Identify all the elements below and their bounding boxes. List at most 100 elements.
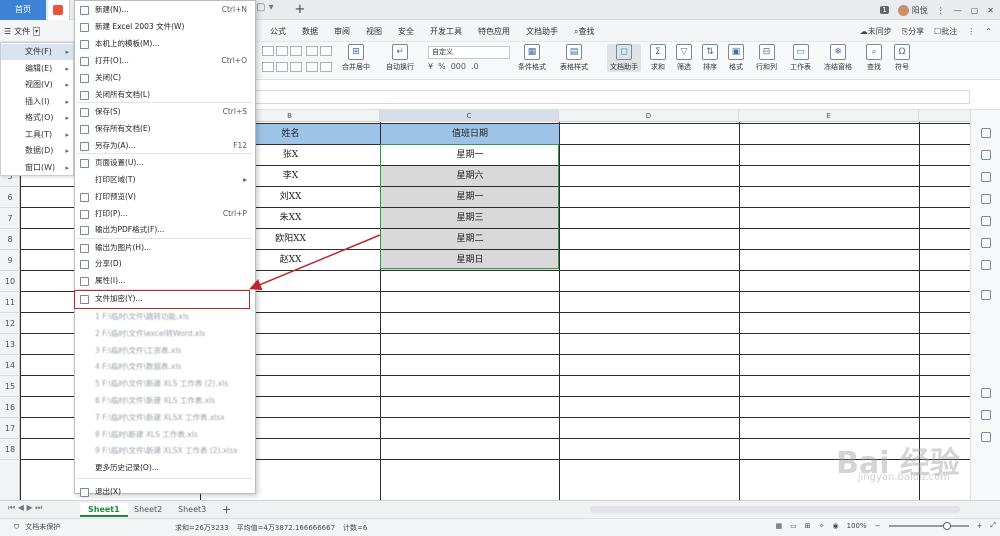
- column-d-header[interactable]: D: [559, 110, 739, 122]
- column-c-header[interactable]: C: [380, 110, 559, 122]
- zoom-in-icon[interactable]: +: [977, 522, 983, 530]
- row-number[interactable]: 6: [0, 187, 20, 208]
- sidebar-tool-icon[interactable]: [981, 260, 991, 270]
- sheet-tab-3[interactable]: Sheet3: [170, 503, 214, 517]
- zoom-level[interactable]: 100%: [847, 522, 867, 530]
- sync-status[interactable]: ☁未同步: [860, 26, 892, 37]
- zoom-out-icon[interactable]: −: [875, 522, 881, 530]
- exit-menu-item[interactable]: 退出(X): [75, 484, 255, 501]
- file-menu-item[interactable]: 另存为(A)... F12: [75, 138, 255, 155]
- sidebar-tool-icon[interactable]: [981, 290, 991, 300]
- page-layout-icon[interactable]: ▭: [790, 522, 797, 530]
- sheet-tab-1[interactable]: Sheet1: [80, 503, 128, 517]
- sum-button[interactable]: Σ 求和: [650, 44, 666, 72]
- protection-status[interactable]: 文档未保护: [25, 522, 60, 532]
- file-menu-item[interactable]: 打印(P)... Ctrl+P: [75, 206, 255, 223]
- find-button[interactable]: ⌕ 查找: [866, 44, 882, 72]
- row-number[interactable]: 17: [0, 418, 20, 439]
- merge-center-button[interactable]: ⊞ 合并居中: [342, 44, 370, 72]
- recent-file-item[interactable]: 2 F:\临时\文件\excel转Word.xls: [75, 326, 255, 343]
- page-break-icon[interactable]: ⊞: [805, 522, 811, 530]
- document-tab[interactable]: [48, 0, 70, 20]
- sheet-nav-arrows[interactable]: ⏮ ◀ ▶ ⏭: [8, 503, 42, 513]
- tab-formula[interactable]: 公式: [270, 26, 286, 37]
- row-number[interactable]: 12: [0, 313, 20, 334]
- filter-button[interactable]: ▽ 筛选: [676, 44, 692, 72]
- row-number[interactable]: 8: [0, 229, 20, 250]
- zoom-knob[interactable]: [942, 521, 951, 530]
- classic-menu-item[interactable]: 编辑(E) ▸: [1, 61, 73, 77]
- conditional-format-button[interactable]: ▦ 条件格式: [518, 44, 546, 72]
- file-menu-item[interactable]: 保存(S) Ctrl+S: [75, 104, 255, 121]
- zoom-slider[interactable]: [888, 521, 969, 530]
- tab-view[interactable]: 视图: [366, 26, 382, 37]
- file-menu-button[interactable]: ☰ 文件 ▾: [4, 23, 41, 39]
- symbol-button[interactable]: Ω 符号: [894, 44, 910, 72]
- tab-data[interactable]: 数据: [302, 26, 318, 37]
- file-menu-item[interactable]: 属性(I)...: [75, 273, 255, 290]
- row-number[interactable]: 7: [0, 208, 20, 229]
- classic-menu-item[interactable]: 视图(V) ▸: [1, 77, 73, 93]
- row-col-button[interactable]: ⊟ 行和列: [756, 44, 777, 72]
- row-number[interactable]: 18: [0, 439, 20, 460]
- reading-mode-icon[interactable]: ✧: [819, 522, 825, 530]
- row-number[interactable]: 15: [0, 376, 20, 397]
- add-sheet-button[interactable]: +: [214, 503, 239, 517]
- sidebar-tool-icon[interactable]: [981, 128, 991, 138]
- classic-menu-item[interactable]: 窗口(W) ▸: [1, 160, 73, 176]
- align-bottom-row[interactable]: [262, 62, 302, 72]
- recent-file-item[interactable]: 5 F:\临时\文件\新建 XLS 工作表 (2).xls: [75, 376, 255, 393]
- tab-features[interactable]: 特色应用: [478, 26, 510, 37]
- tab-doc-assistant[interactable]: 文档助手: [526, 26, 558, 37]
- file-menu-item[interactable]: 本机上的模板(M)...: [75, 36, 255, 53]
- horizontal-scrollbar[interactable]: [590, 506, 960, 513]
- recent-file-item[interactable]: 9 F:\临时\文件\新建 XLSX 工作表 (2).xlsx: [75, 443, 255, 460]
- number-format-select[interactable]: 自定义: [428, 46, 510, 59]
- row-number[interactable]: 10: [0, 271, 20, 292]
- number-format-buttons[interactable]: ¥% 000 .0: [428, 62, 479, 71]
- row-number[interactable]: 13: [0, 334, 20, 355]
- indent-bottom-row[interactable]: [306, 62, 332, 72]
- file-menu-item[interactable]: 打印预览(V): [75, 189, 255, 206]
- user-account[interactable]: 阳悦: [897, 4, 928, 16]
- eye-icon[interactable]: ◉: [833, 522, 839, 530]
- file-menu-item[interactable]: 打开(O)... Ctrl+O: [75, 53, 255, 70]
- doc-assistant-button[interactable]: ◻ 文档助手: [607, 44, 641, 72]
- align-top-row[interactable]: [262, 46, 302, 56]
- table-style-button[interactable]: ▤ 表格样式: [560, 44, 588, 72]
- classic-menu-item[interactable]: 数据(D) ▸: [1, 143, 73, 159]
- classic-menu-item[interactable]: 文件(F) ▸: [1, 44, 73, 60]
- format-button[interactable]: ▣ 格式: [728, 44, 744, 72]
- recent-file-item[interactable]: 4 F:\临时\文件\数据表.xls: [75, 359, 255, 376]
- sidebar-tool-icon[interactable]: [981, 238, 991, 248]
- new-tab-button[interactable]: +: [292, 2, 308, 18]
- home-tab[interactable]: 首页: [0, 0, 46, 20]
- fullscreen-icon[interactable]: ⤢: [990, 521, 996, 530]
- sidebar-tool-icon[interactable]: [981, 410, 991, 420]
- normal-view-icon[interactable]: ▦: [776, 522, 783, 530]
- file-menu-item[interactable]: 分享(D): [75, 256, 255, 273]
- more-history-item[interactable]: 更多历史记录(O)...: [75, 460, 255, 477]
- row-number[interactable]: 9: [0, 250, 20, 271]
- classic-menu-item[interactable]: 格式(O) ▸: [1, 110, 73, 126]
- indent-top-row[interactable]: [306, 46, 332, 56]
- sidebar-tool-icon[interactable]: [981, 172, 991, 182]
- column-e-header[interactable]: E: [739, 110, 919, 122]
- wrap-text-button[interactable]: ↵ 自动换行: [386, 44, 414, 72]
- share-button[interactable]: ⎘分享: [902, 26, 924, 37]
- freeze-panes-button[interactable]: ❄ 冻结窗格: [824, 44, 852, 72]
- file-menu-item[interactable]: 打印区域(T) ▸: [75, 172, 255, 189]
- more-icon[interactable]: ⋮: [937, 6, 945, 15]
- recent-file-item[interactable]: 7 F:\临时\文件\新建 XLSX 工作表.xlsx: [75, 410, 255, 427]
- sort-button[interactable]: ⇅ 排序: [702, 44, 718, 72]
- search-command[interactable]: ⌕查找: [574, 26, 594, 37]
- classic-menu-item[interactable]: 插入(I) ▸: [1, 94, 73, 110]
- restore-icon[interactable]: ▢: [971, 6, 979, 15]
- classic-menu-item[interactable]: 工具(T) ▸: [1, 127, 73, 143]
- file-menu-item[interactable]: 页面设置(U)...: [75, 155, 255, 172]
- sidebar-tool-icon[interactable]: [981, 150, 991, 160]
- annotate-button[interactable]: ☐批注: [934, 26, 957, 37]
- file-menu-item[interactable]: 输出为PDF格式(F)...: [75, 222, 255, 239]
- sidebar-tool-icon[interactable]: [981, 194, 991, 204]
- tab-review[interactable]: 审阅: [334, 26, 350, 37]
